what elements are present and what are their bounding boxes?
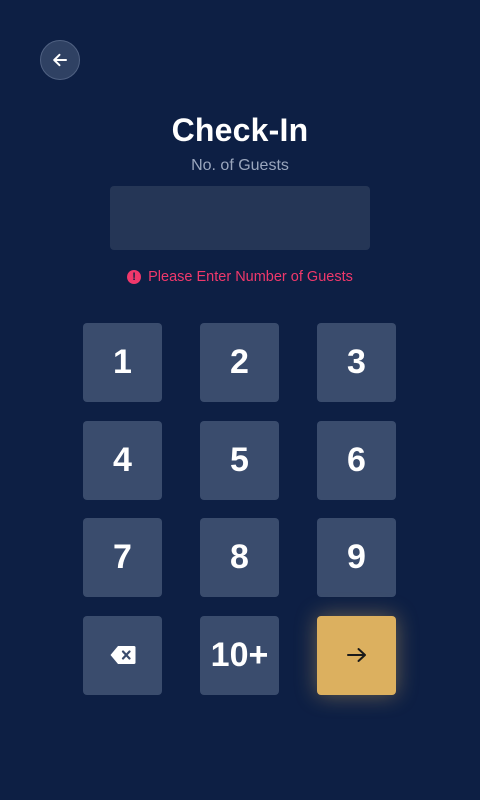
back-button[interactable] <box>40 40 80 80</box>
page-title: Check-In <box>171 112 309 148</box>
error-text: Please Enter Number of Guests <box>148 269 353 285</box>
key-8[interactable]: 8 <box>200 518 279 597</box>
key-10-plus[interactable]: 10+ <box>200 615 279 695</box>
submit-button[interactable] <box>317 615 396 695</box>
key-2[interactable]: 2 <box>200 323 279 402</box>
backspace-icon <box>110 645 136 665</box>
key-7[interactable]: 7 <box>83 518 162 597</box>
backspace-button[interactable] <box>83 615 162 695</box>
page-subtitle: No. of Guests <box>191 157 289 174</box>
key-9[interactable]: 9 <box>317 518 396 597</box>
arrow-right-icon <box>346 646 368 664</box>
key-4[interactable]: 4 <box>83 420 162 500</box>
key-6[interactable]: 6 <box>317 420 396 500</box>
keypad: 1 2 3 4 5 6 7 8 9 10+ <box>83 323 397 695</box>
guest-count-input[interactable] <box>110 186 370 250</box>
key-1[interactable]: 1 <box>83 323 162 402</box>
alert-circle-icon: ! <box>127 270 142 284</box>
arrow-left-icon <box>51 51 69 69</box>
key-3[interactable]: 3 <box>317 323 396 402</box>
key-5[interactable]: 5 <box>200 420 279 500</box>
error-message: ! Please Enter Number of Guests <box>0 266 480 288</box>
